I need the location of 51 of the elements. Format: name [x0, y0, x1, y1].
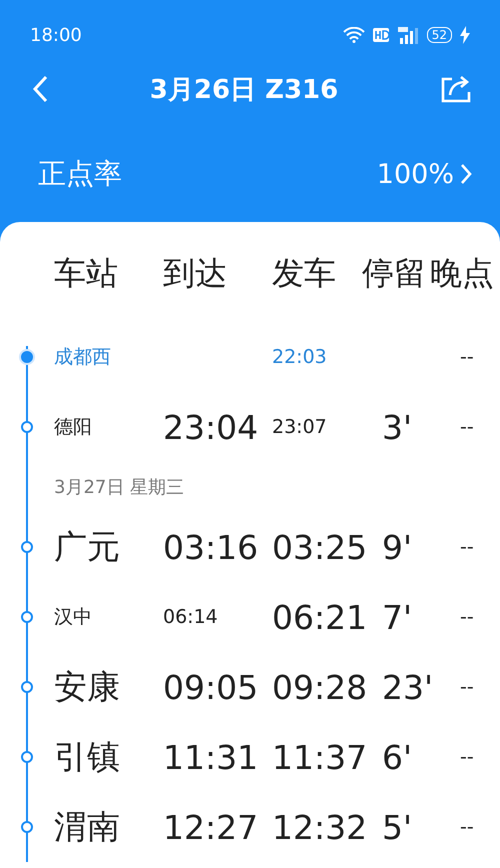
departure-time: 23:07 — [272, 416, 327, 438]
departure-time: 11:37 — [272, 738, 368, 776]
delay-value: -- — [460, 746, 474, 768]
signal-icon — [396, 26, 419, 44]
column-header: 停留 — [362, 253, 426, 294]
station-name: 安康 — [54, 666, 120, 706]
wifi-icon — [342, 27, 365, 43]
page-title: 3月26日 Z316 — [150, 74, 338, 106]
punctuality-label: 正点率 — [38, 156, 123, 192]
departure-time: 03:25 — [272, 528, 368, 566]
stop-duration: 7' — [382, 598, 412, 636]
column-header: 到达 — [163, 253, 227, 294]
status-time: 18:00 — [30, 24, 82, 46]
delay-value: -- — [460, 416, 474, 438]
station-name: 汉中 — [54, 606, 92, 628]
stop-duration: 3' — [382, 408, 412, 446]
arrival-time: 03:16 — [163, 528, 258, 566]
delay-value: -- — [460, 676, 474, 698]
arrival-time: 06:14 — [163, 606, 218, 628]
stop-duration: 5' — [382, 808, 412, 846]
departure-time: 22:03 — [272, 346, 327, 368]
column-header: 车站 — [54, 253, 118, 294]
stop-duration: 9' — [382, 528, 412, 566]
departure-time: 12:32 — [272, 808, 368, 846]
stop-duration: 23' — [382, 668, 434, 706]
punctuality-value[interactable]: 100% — [376, 158, 454, 190]
station-name: 成都西 — [54, 346, 111, 368]
column-header: 晚点 — [430, 253, 494, 294]
departure-time: 06:21 — [272, 598, 368, 636]
station-name: 引镇 — [54, 736, 120, 776]
stop-duration: 6' — [382, 738, 412, 776]
station-name: 渭南 — [54, 806, 120, 846]
station-name: 德阳 — [54, 416, 92, 438]
hd-icon — [372, 28, 389, 42]
arrival-time: 23:04 — [163, 408, 258, 446]
column-header: 发车 — [272, 253, 336, 294]
chevron-right-icon[interactable] — [460, 163, 472, 185]
departure-time: 09:28 — [272, 668, 368, 706]
arrival-time: 11:31 — [163, 738, 258, 776]
charging-icon — [460, 26, 470, 44]
delay-value: -- — [460, 536, 474, 558]
date-label: 3月27日 星期三 — [53, 476, 186, 500]
station-name: 广元 — [54, 526, 120, 566]
share-icon[interactable] — [440, 75, 472, 103]
delay-value: -- — [460, 816, 474, 838]
back-icon[interactable] — [32, 75, 48, 103]
arrival-time: 12:27 — [163, 808, 258, 846]
battery-level: 52 — [426, 27, 452, 43]
delay-value: -- — [460, 346, 474, 368]
delay-value: -- — [460, 606, 474, 628]
arrival-time: 09:05 — [163, 668, 258, 706]
